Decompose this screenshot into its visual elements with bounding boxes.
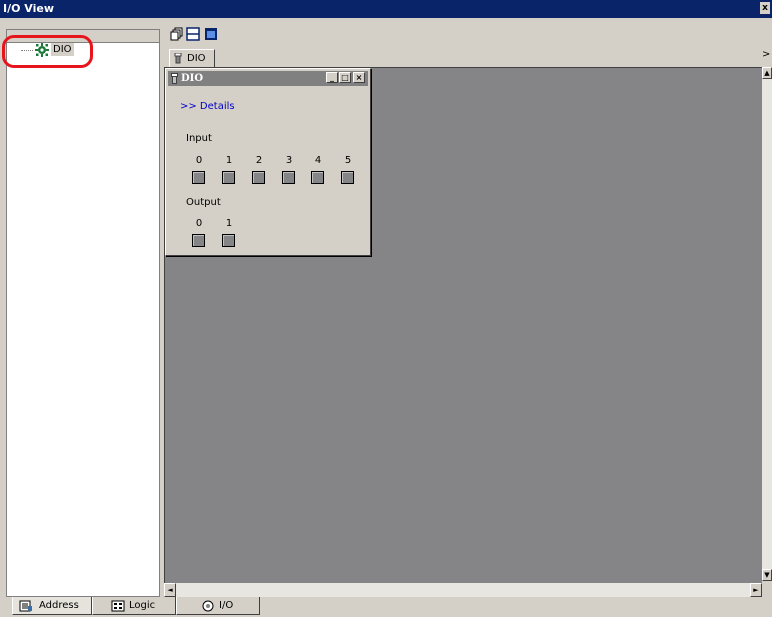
tab-address-label: Address — [39, 600, 79, 611]
close-button[interactable]: × — [353, 72, 365, 83]
input-indicator-4[interactable] — [311, 171, 324, 184]
window-icon[interactable] — [204, 27, 218, 41]
dio-window-title: DIO — [181, 73, 204, 84]
tab-logic[interactable]: Logic — [92, 597, 176, 615]
input-indicator-5[interactable] — [341, 171, 354, 184]
device-icon — [174, 53, 182, 64]
tree-pane: DIO — [6, 29, 160, 597]
input-channel-number: 4 — [314, 155, 322, 166]
highlight-annotation — [2, 35, 93, 68]
output-channel-number: 1 — [225, 218, 233, 229]
address-icon — [19, 600, 32, 612]
tab-address[interactable]: Address — [12, 597, 92, 615]
vertical-scroll-track[interactable] — [762, 79, 772, 569]
vertical-scrollbar[interactable]: ▲ ▼ — [762, 67, 772, 597]
horizontal-scrollbar[interactable]: ◄ ► — [164, 583, 762, 597]
output-indicator-1[interactable] — [222, 234, 235, 247]
window-title-bar: I/O View x — [0, 0, 772, 18]
tile-horizontal-icon[interactable] — [186, 27, 200, 41]
io-icon — [202, 600, 214, 612]
dio-window-title-bar[interactable]: DIO _ □ × — [168, 71, 368, 86]
tab-io[interactable]: I/O — [176, 597, 260, 615]
minimize-button[interactable]: _ — [326, 72, 338, 83]
input-indicator-2[interactable] — [252, 171, 265, 184]
cascade-windows-icon[interactable] — [170, 27, 184, 41]
input-indicator-0[interactable] — [192, 171, 205, 184]
scroll-up-button[interactable]: ▲ — [762, 67, 772, 79]
output-indicator-0[interactable] — [192, 234, 205, 247]
tree-view: DIO — [7, 43, 159, 596]
tab-dio[interactable]: DIO — [169, 49, 215, 67]
input-label: Input — [186, 133, 212, 144]
logic-icon — [111, 600, 125, 612]
tab-scroll-right-button[interactable]: > — [762, 49, 770, 60]
scroll-right-button[interactable]: ► — [750, 583, 762, 597]
output-channel-number: 0 — [195, 218, 203, 229]
dio-child-window: DIO _ □ × >> Details Input 0 1 2 3 4 5 O… — [165, 68, 371, 256]
window-close-button[interactable]: x — [760, 2, 770, 14]
bottom-tab-bar: Address Logic I/O — [0, 597, 772, 617]
tab-logic-label: Logic — [129, 600, 156, 611]
maximize-button[interactable]: □ — [339, 72, 351, 83]
tab-label: DIO — [187, 53, 206, 64]
input-indicator-3[interactable] — [282, 171, 295, 184]
input-channel-number: 0 — [195, 155, 203, 166]
input-channel-number: 5 — [344, 155, 352, 166]
tab-io-label: I/O — [219, 600, 234, 611]
input-channel-number: 1 — [225, 155, 233, 166]
input-channel-number: 3 — [285, 155, 293, 166]
scroll-down-button[interactable]: ▼ — [762, 569, 772, 581]
device-icon — [171, 73, 178, 84]
input-channel-number: 2 — [255, 155, 263, 166]
input-indicator-1[interactable] — [222, 171, 235, 184]
details-link[interactable]: >> Details — [180, 101, 235, 112]
scroll-left-button[interactable]: ◄ — [164, 583, 176, 597]
window-title: I/O View — [3, 2, 55, 15]
output-label: Output — [186, 197, 221, 208]
